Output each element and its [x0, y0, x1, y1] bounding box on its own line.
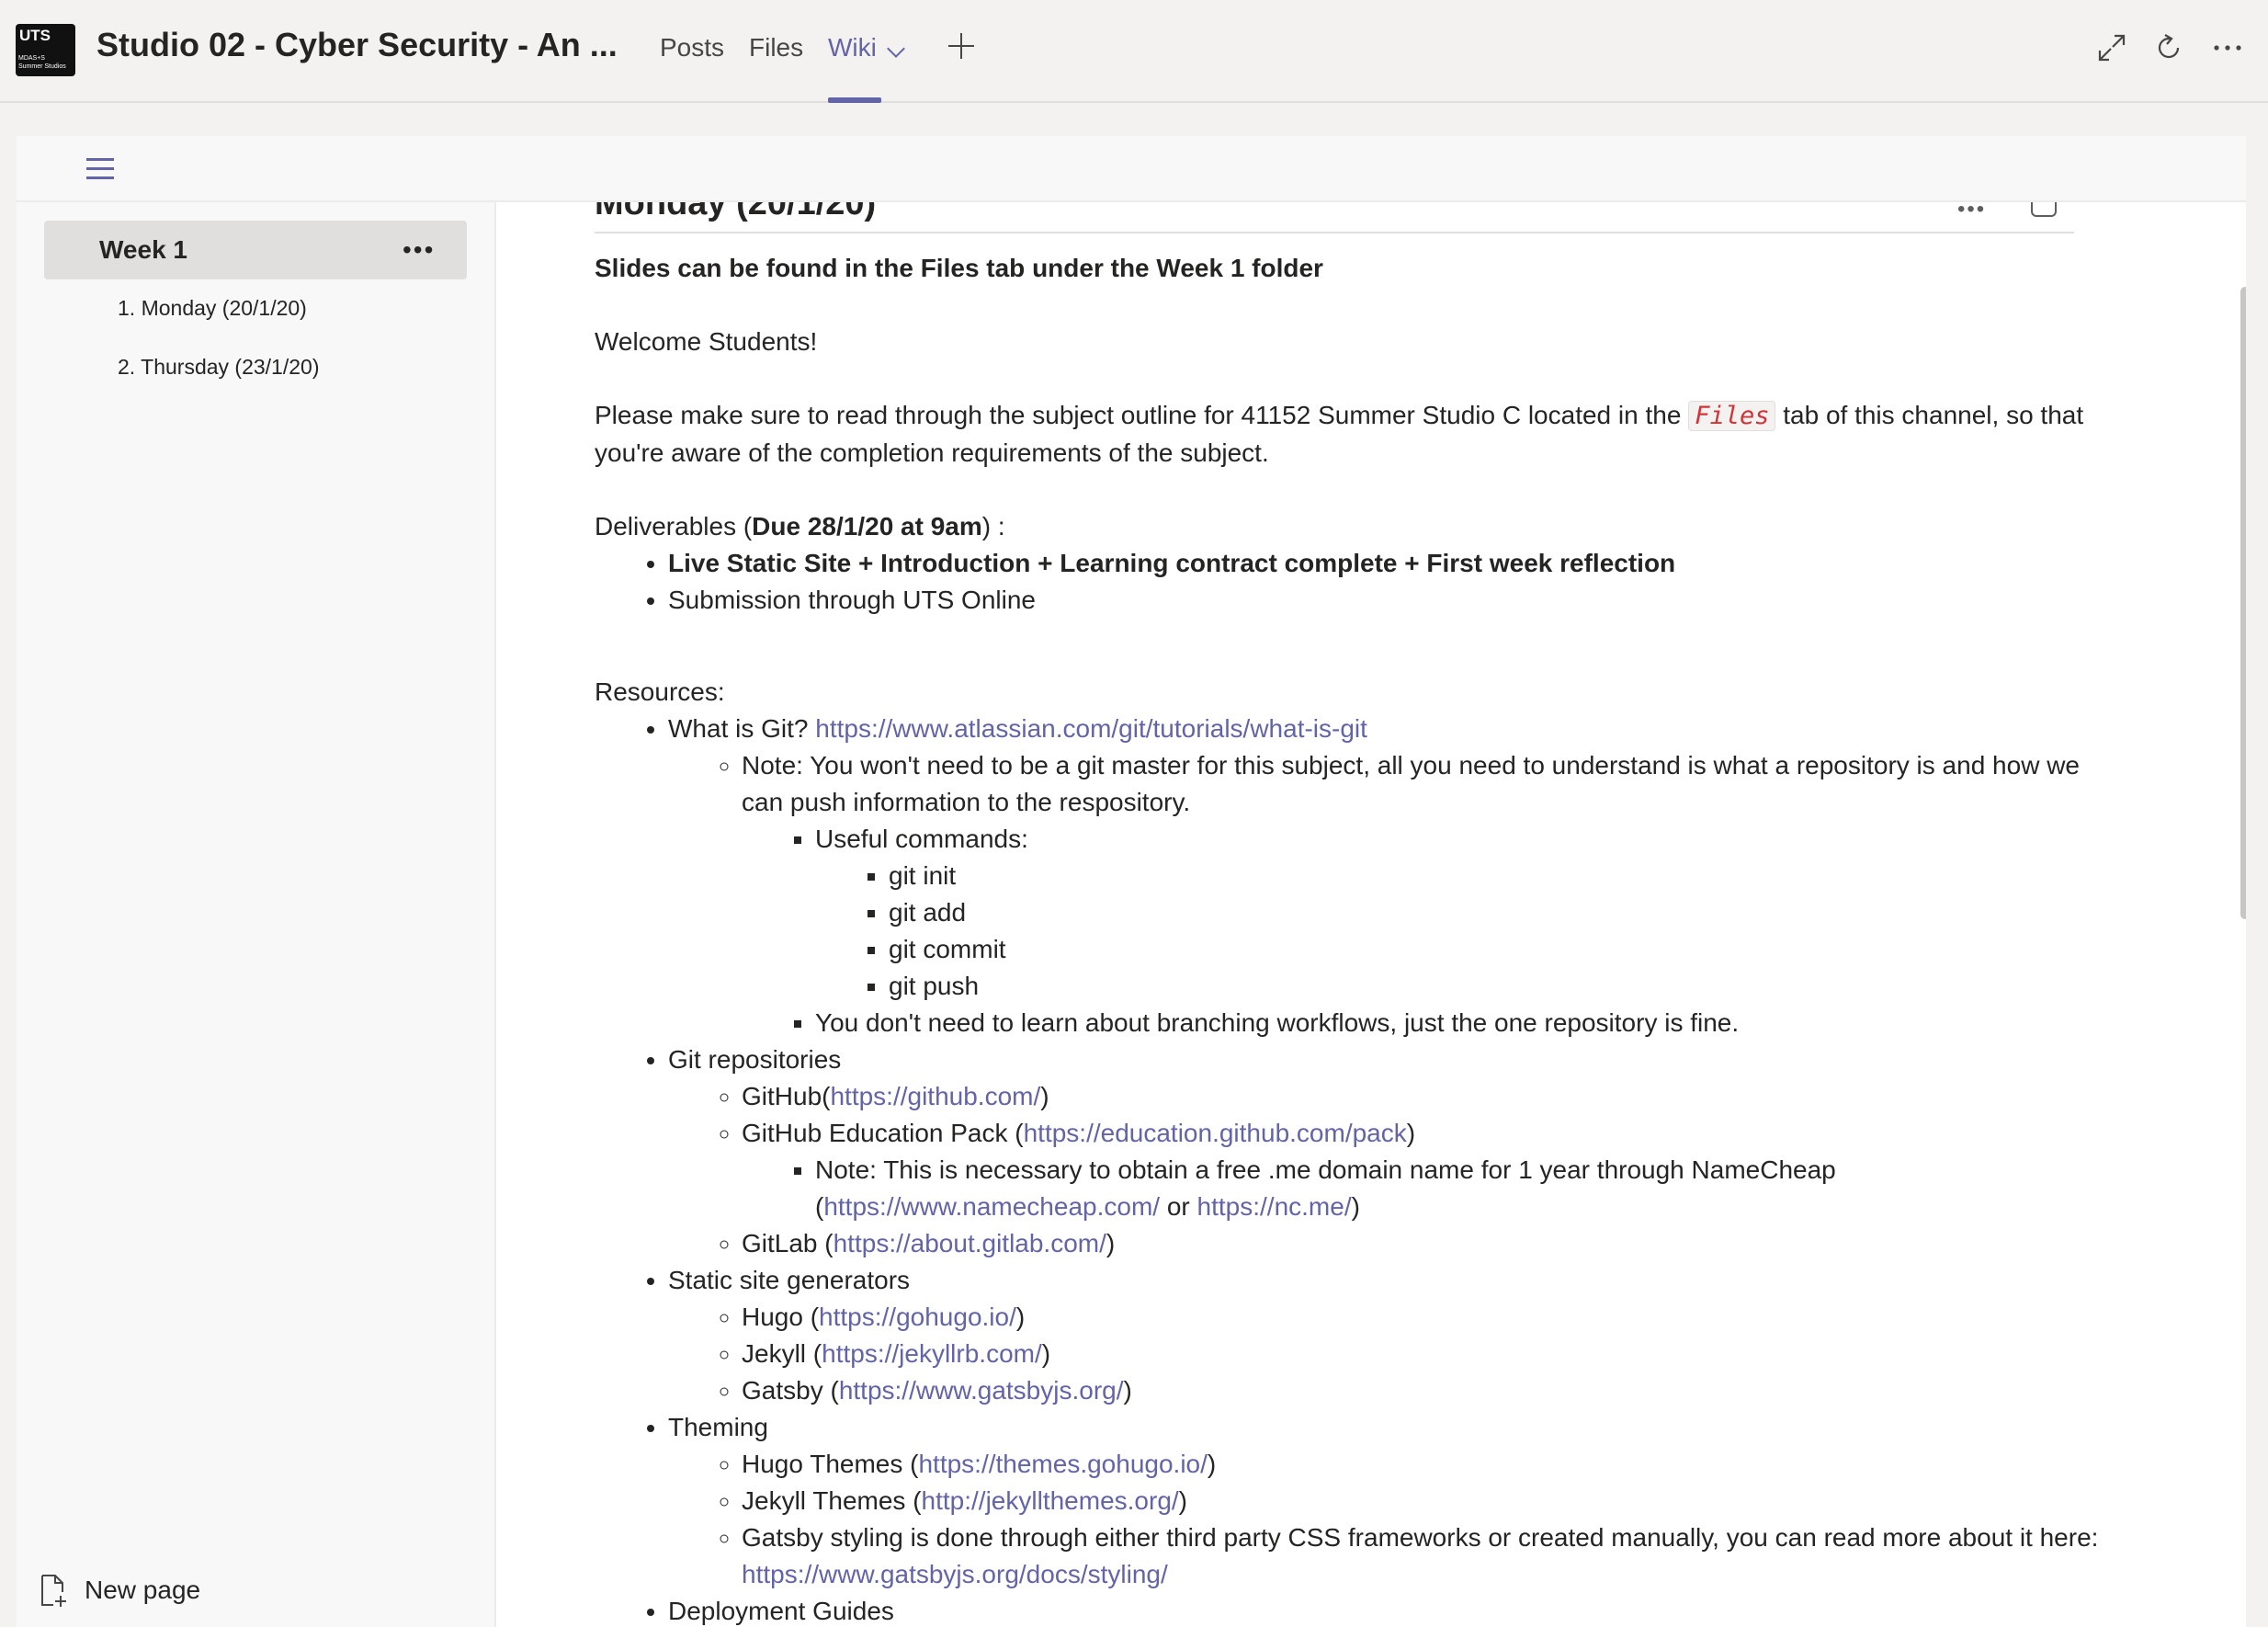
list-item: Note: You won't need to be a git master … — [742, 747, 2102, 1041]
team-logo-subtext-2: Summer Studios — [18, 63, 66, 70]
hamburger-menu-icon[interactable] — [86, 156, 116, 182]
deliverables-list: Live Static Site + Introduction + Learni… — [595, 545, 2102, 619]
list-item: Static site generators Hugo (https://goh… — [668, 1262, 2102, 1409]
add-tab-icon[interactable] — [947, 31, 976, 61]
list-item: git add — [889, 894, 2102, 931]
list-item: GitHub Education Pack (https://education… — [742, 1115, 2102, 1225]
gitlab-link[interactable]: https://about.gitlab.com/ — [833, 1229, 1106, 1257]
section-heading: Monday (20/1/20) — [595, 202, 877, 222]
list-item: Jekyll (https://jekyllrb.com/) — [742, 1336, 2102, 1372]
heading-more-icon[interactable]: ••• — [1957, 202, 1986, 222]
list-item: git commit — [889, 931, 2102, 968]
more-options-icon[interactable] — [2211, 31, 2244, 64]
scrollbar[interactable] — [2240, 287, 2246, 919]
sidebar-page-thursday[interactable]: 2. Thursday (23/1/20) — [118, 355, 319, 380]
sidebar-section-label: Week 1 — [99, 235, 187, 264]
wiki-header — [17, 136, 2246, 202]
wiki-article: Monday (20/1/20) ••• Slides can be found… — [496, 202, 2246, 1627]
list-item: Hugo Themes (https://themes.gohugo.io/) — [742, 1446, 2102, 1483]
gatsby-link[interactable]: https://www.gatsbyjs.org/ — [839, 1376, 1124, 1405]
list-item: You don't need to learn about branching … — [815, 1005, 2102, 1041]
team-logo: UTS MDAS+S Summer Studios — [16, 24, 75, 76]
refresh-icon[interactable] — [2152, 31, 2185, 64]
new-page-icon — [41, 1575, 66, 1607]
section-more-icon[interactable]: ••• — [403, 235, 435, 265]
jekyll-themes-link[interactable]: http://jekyllthemes.org/ — [922, 1486, 1179, 1515]
hugo-themes-link[interactable]: https://themes.gohugo.io/ — [918, 1450, 1207, 1478]
list-item: git init — [889, 858, 2102, 894]
tab-wiki[interactable]: Wiki — [828, 33, 877, 63]
wiki-sidebar: Week 1 ••• 1. Monday (20/1/20) 2. Thursd… — [17, 202, 496, 1627]
active-tab-indicator — [828, 97, 881, 103]
list-item: Useful commands: git init git add git co… — [815, 821, 2102, 1005]
sidebar-section-week-1[interactable]: Week 1 ••• — [44, 221, 467, 279]
team-title[interactable]: Studio 02 - Cyber Security - An ... — [96, 26, 618, 64]
top-bar: UTS MDAS+S Summer Studios Studio 02 - Cy… — [0, 0, 2268, 103]
list-item: Jekyll Themes (http://jekyllthemes.org/) — [742, 1483, 2102, 1519]
github-link[interactable]: https://github.com/ — [830, 1082, 1040, 1110]
jekyll-link[interactable]: https://jekyllrb.com/ — [822, 1339, 1042, 1368]
list-item: GitHub(https://github.com/) — [742, 1078, 2102, 1115]
team-logo-subtext: MDAS+S — [18, 55, 45, 62]
list-item: GitLab (https://about.gitlab.com/) — [742, 1225, 2102, 1262]
new-page-label: New page — [85, 1576, 201, 1604]
team-logo-text: UTS — [19, 27, 51, 44]
ncme-link[interactable]: https://nc.me/ — [1197, 1192, 1352, 1221]
namecheap-link[interactable]: https://www.namecheap.com/ — [823, 1192, 1160, 1221]
list-item: Submission through UTS Online — [668, 582, 2102, 619]
list-item: Deployment Guides — [668, 1593, 2102, 1627]
list-item: Git repositories GitHub(https://github.c… — [668, 1041, 2102, 1262]
gatsby-styling-link[interactable]: https://www.gatsbyjs.org/docs/styling/ — [742, 1560, 1168, 1588]
deliverables-line: Deliverables (Due 28/1/20 at 9am) : — [595, 512, 1005, 540]
outline-paragraph: Please make sure to read through the sub… — [595, 401, 2084, 467]
article-body: Slides can be found in the Files tab und… — [595, 250, 2102, 1627]
chevron-down-icon[interactable] — [887, 40, 905, 58]
hugo-link[interactable]: https://gohugo.io/ — [819, 1303, 1016, 1331]
chat-icon[interactable] — [2031, 202, 2057, 217]
list-item: Gatsby styling is done through either th… — [742, 1519, 2102, 1593]
new-page-button[interactable]: New page — [39, 1572, 259, 1612]
list-item: Theming Hugo Themes (https://themes.gohu… — [668, 1409, 2102, 1593]
list-item: Hugo (https://gohugo.io/) — [742, 1299, 2102, 1336]
resources-list: What is Git? https://www.atlassian.com/g… — [595, 711, 2102, 1627]
sidebar-page-monday[interactable]: 1. Monday (20/1/20) — [118, 296, 307, 321]
wiki-card: Week 1 ••• 1. Monday (20/1/20) 2. Thursd… — [17, 136, 2246, 1627]
github-education-link[interactable]: https://education.github.com/pack — [1024, 1119, 1407, 1147]
slides-note: Slides can be found in the Files tab und… — [595, 254, 1323, 282]
list-item: git push — [889, 968, 2102, 1005]
list-item: What is Git? https://www.atlassian.com/g… — [668, 711, 2102, 1041]
list-item: Note: This is necessary to obtain a free… — [815, 1152, 2102, 1225]
heading-divider — [595, 232, 2074, 233]
files-code: Files — [1688, 401, 1776, 431]
git-tutorial-link[interactable]: https://www.atlassian.com/git/tutorials/… — [815, 714, 1367, 743]
expand-icon[interactable] — [2095, 31, 2128, 64]
list-item: Live Static Site + Introduction + Learni… — [668, 545, 2102, 582]
welcome-text: Welcome Students! — [595, 327, 818, 356]
resources-label: Resources: — [595, 677, 725, 706]
tab-posts[interactable]: Posts — [660, 33, 724, 63]
list-item: Gatsby (https://www.gatsbyjs.org/) — [742, 1372, 2102, 1409]
tab-files[interactable]: Files — [749, 33, 803, 63]
